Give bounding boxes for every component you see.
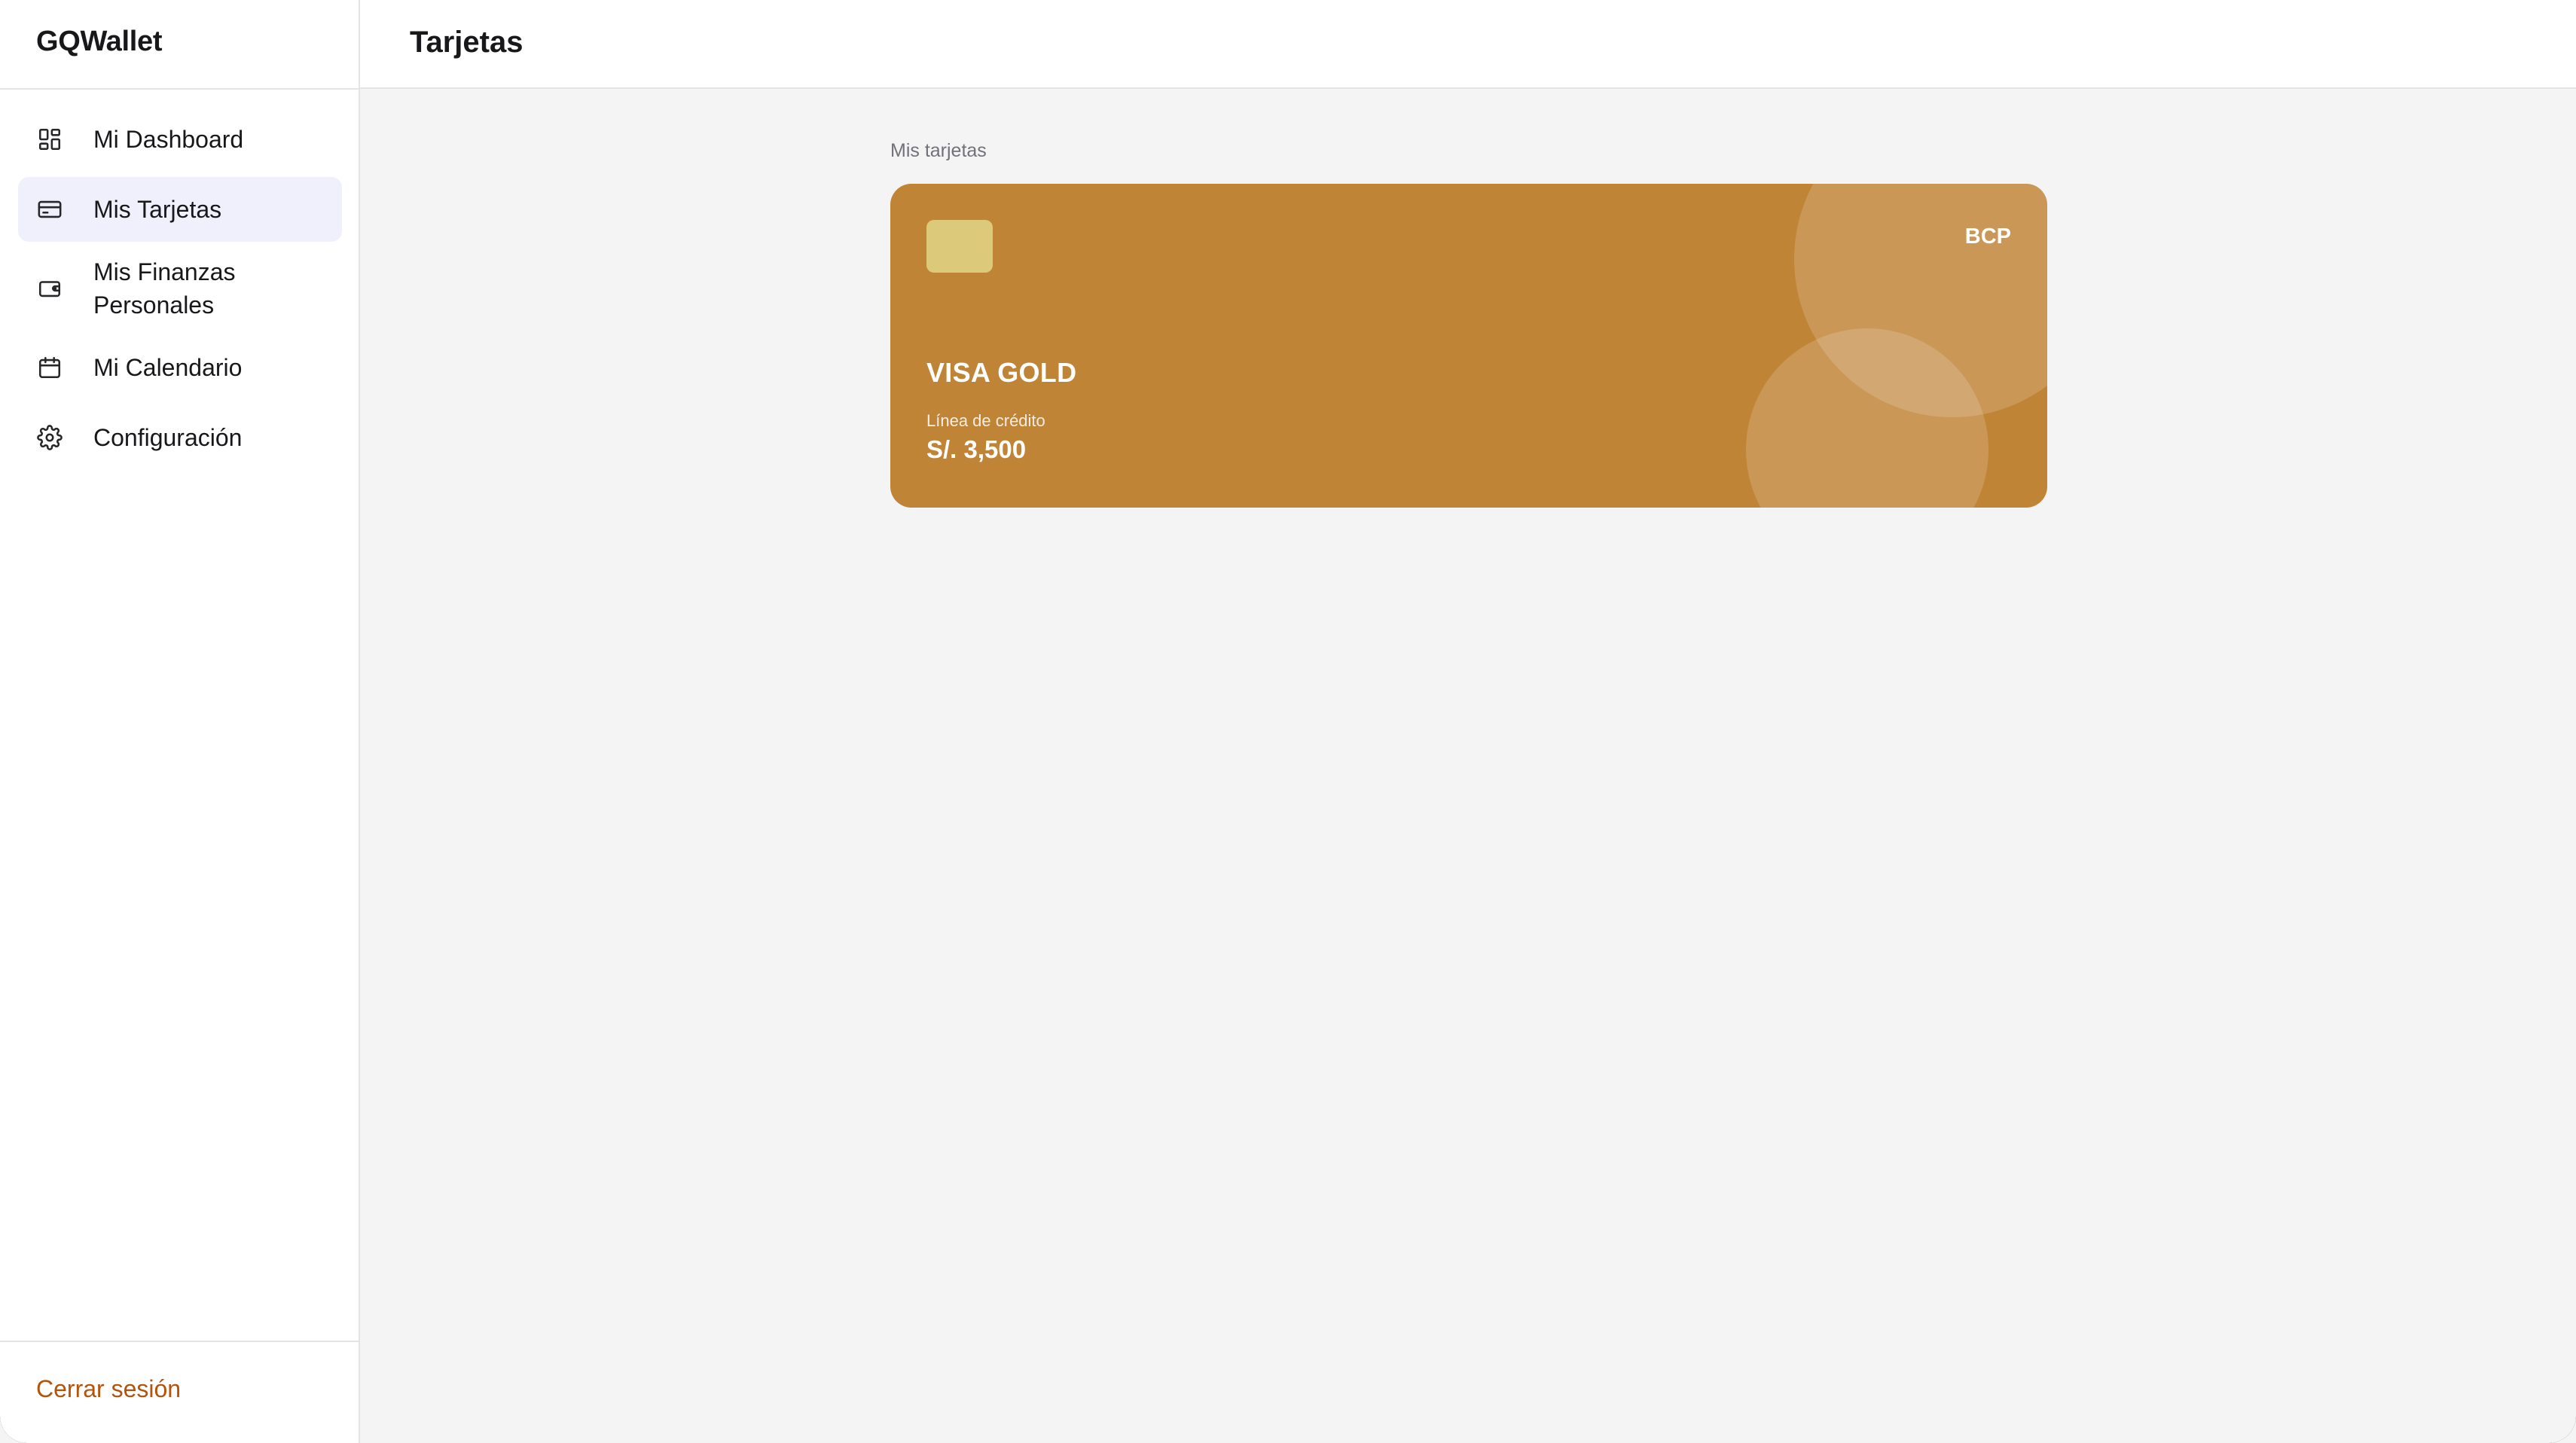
top-bar: Tarjetas — [360, 0, 2576, 89]
credit-card[interactable]: BCP VISA GOLD Línea de crédito S/. 3,500 — [890, 184, 2047, 508]
page-title: Tarjetas — [410, 26, 523, 59]
card-name: VISA GOLD — [926, 357, 1077, 388]
card-issuer: BCP — [1964, 224, 2011, 249]
wallet-icon — [36, 275, 63, 302]
sidebar-item-label: Configuración — [93, 424, 243, 451]
credit-card-icon — [36, 196, 63, 223]
sidebar-item-calendar[interactable]: Mi Calendario — [18, 335, 342, 400]
sidebar-item-settings[interactable]: Configuración — [18, 405, 342, 470]
divider — [0, 1341, 359, 1342]
brand-logo[interactable]: GQWallet — [36, 26, 163, 58]
card-chip-icon — [926, 220, 993, 273]
sidebar-item-cards[interactable]: Mis Tarjetas — [18, 177, 342, 242]
sidebar-nav: Mi Dashboard Mis Tarjetas Mis Finanzas P… — [18, 107, 342, 475]
sidebar: GQWallet Mi Dashboard Mis Tarjetas Mis F… — [0, 0, 360, 1443]
app-window: GQWallet Mi Dashboard Mis Tarjetas Mis F… — [0, 0, 2576, 1443]
sidebar-item-label: Mi Calendario — [93, 354, 243, 381]
calendar-icon — [36, 354, 63, 381]
sidebar-item-label: Mi Dashboard — [93, 126, 244, 153]
sidebar-item-label: Mis Finanzas Personales — [93, 258, 236, 319]
logout-link[interactable]: Cerrar sesión — [36, 1375, 181, 1403]
gear-icon — [36, 424, 63, 451]
card-credit-value: S/. 3,500 — [926, 435, 1027, 463]
sidebar-item-dashboard[interactable]: Mi Dashboard — [18, 107, 342, 172]
dashboard-grid-icon — [36, 126, 63, 153]
sidebar-item-label: Mis Tarjetas — [93, 196, 222, 223]
main-content: Tarjetas Mis tarjetas BCP VISA GOLD Líne… — [360, 0, 2576, 1443]
sidebar-item-finances[interactable]: Mis Finanzas Personales — [18, 247, 342, 330]
divider — [0, 88, 359, 90]
section-label: Mis tarjetas — [890, 140, 987, 161]
card-credit-label: Línea de crédito — [926, 411, 1045, 430]
